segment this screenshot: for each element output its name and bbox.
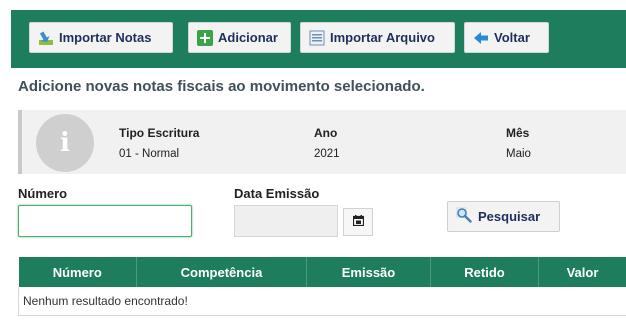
import-notes-label: Importar Notas xyxy=(59,30,152,45)
calendar-icon xyxy=(352,213,364,231)
page-heading: Adicione novas notas fiscais ao moviment… xyxy=(18,78,425,95)
empty-message: Nenhum resultado encontrado! xyxy=(18,287,626,316)
ano-value: 2021 xyxy=(314,148,340,160)
info-icon: i xyxy=(36,114,94,172)
import-file-button[interactable]: Importar Arquivo xyxy=(300,22,455,53)
import-notes-button[interactable]: Importar Notas xyxy=(29,22,173,53)
mes-label: Mês xyxy=(506,126,530,140)
tipo-escritura-label: Tipo Escritura xyxy=(119,126,200,140)
numero-input[interactable] xyxy=(18,205,192,237)
magnifier-icon xyxy=(456,207,472,226)
column-header-emissao[interactable]: Emissão xyxy=(306,257,431,287)
import-arrow-icon xyxy=(38,30,54,46)
mes-value: Maio xyxy=(506,148,531,160)
add-label: Adicionar xyxy=(218,30,278,45)
column-header-numero[interactable]: Número xyxy=(18,257,137,287)
search-button[interactable]: Pesquisar xyxy=(447,201,560,232)
column-header-competencia[interactable]: Competência xyxy=(136,257,307,287)
tipo-escritura-field: Tipo Escritura 01 - Normal xyxy=(119,126,199,160)
search-label: Pesquisar xyxy=(478,209,541,224)
arrow-left-icon xyxy=(473,30,489,46)
column-header-valor[interactable]: Valor xyxy=(538,257,626,287)
numero-label: Número xyxy=(18,186,68,201)
tipo-escritura-value: 01 - Normal xyxy=(119,148,180,160)
movement-info-card: i Tipo Escritura 01 - Normal Ano 2021 Mê… xyxy=(18,110,626,174)
table-header-row: Número Competência Emissão Retido Valor xyxy=(18,257,626,287)
calendar-button[interactable] xyxy=(343,208,373,236)
data-emissao-label: Data Emissão xyxy=(234,186,320,201)
toolbar: Importar Notas Adicionar Importar Arquiv… xyxy=(11,10,626,68)
results-table: Número Competência Emissão Retido Valor … xyxy=(18,257,626,316)
ano-field: Ano 2021 xyxy=(314,126,340,160)
add-button[interactable]: Adicionar xyxy=(188,22,291,53)
back-label: Voltar xyxy=(494,30,530,45)
mes-field: Mês Maio xyxy=(506,126,531,160)
import-file-label: Importar Arquivo xyxy=(330,30,435,45)
plus-icon xyxy=(197,29,213,46)
back-button[interactable]: Voltar xyxy=(464,22,549,53)
file-list-icon xyxy=(309,30,325,46)
column-header-retido[interactable]: Retido xyxy=(430,257,539,287)
ano-label: Ano xyxy=(314,126,338,140)
table-row: Nenhum resultado encontrado! xyxy=(18,287,626,316)
data-emissao-input[interactable] xyxy=(234,205,338,237)
